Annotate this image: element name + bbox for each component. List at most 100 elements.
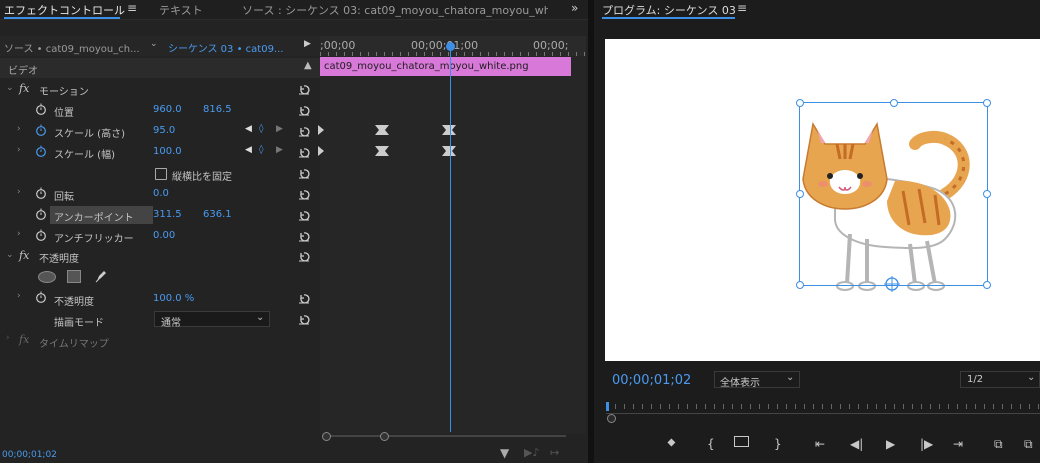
- transform-bounding-box[interactable]: [799, 102, 988, 286]
- effect-timeline[interactable]: ;00;00 00;00;01;00 00;00; cat09_moyou_ch…: [318, 36, 586, 434]
- mark-out-icon[interactable]: }: [774, 437, 782, 451]
- reset-icon[interactable]: [298, 251, 310, 262]
- keyframe-icon[interactable]: [442, 146, 456, 156]
- chevron-right-icon[interactable]: ›: [17, 145, 21, 155]
- fx-icon[interactable]: fx: [19, 82, 29, 95]
- go-to-out-icon[interactable]: ⇥: [953, 437, 963, 451]
- chevron-right-icon[interactable]: ›: [17, 229, 21, 239]
- stopwatch-icon[interactable]: [35, 103, 47, 115]
- program-playhead[interactable]: [606, 402, 609, 411]
- zoom-select[interactable]: 全体表示 ⌄: [714, 371, 800, 389]
- stopwatch-icon[interactable]: [35, 291, 47, 303]
- program-timecode[interactable]: 00;00;01;02: [612, 373, 691, 388]
- reset-icon[interactable]: [298, 231, 310, 242]
- program-viewport[interactable]: [605, 39, 1040, 361]
- reset-icon[interactable]: [298, 168, 310, 179]
- timeline-zoom-scrollbar[interactable]: [320, 430, 570, 442]
- add-keyframe-icon[interactable]: ◊: [259, 145, 263, 155]
- keyframe-icon[interactable]: [375, 146, 389, 156]
- add-keyframe-icon[interactable]: ◊: [259, 124, 263, 134]
- overwrite-icon[interactable]: ⧉: [1024, 437, 1033, 452]
- chevron-right-icon[interactable]: ›: [6, 333, 10, 343]
- chevron-down-icon[interactable]: ⌄: [150, 39, 158, 49]
- step-back-icon[interactable]: ◀|: [850, 437, 863, 451]
- ellipse-mask-icon[interactable]: [38, 271, 56, 283]
- current-time-display[interactable]: 00;00;01;02: [2, 450, 57, 460]
- keyframe-icon[interactable]: [442, 125, 456, 135]
- stopwatch-icon[interactable]: [35, 208, 47, 220]
- position-y-value[interactable]: 816.5: [203, 104, 232, 115]
- stopwatch-active-icon[interactable]: [35, 124, 47, 136]
- chevron-right-icon[interactable]: ›: [17, 187, 21, 197]
- transform-handle[interactable]: [796, 190, 804, 198]
- transform-handle[interactable]: [796, 99, 804, 107]
- position-x-value[interactable]: 960.0: [153, 104, 182, 115]
- tab-text[interactable]: テキスト: [159, 2, 203, 18]
- program-scroll-handle[interactable]: [607, 414, 616, 423]
- reset-icon[interactable]: [298, 147, 310, 158]
- filter-icon[interactable]: ▼: [500, 446, 509, 460]
- fx-icon[interactable]: fx: [19, 249, 29, 262]
- pen-tool-icon[interactable]: [94, 269, 108, 283]
- hamburger-menu-icon[interactable]: ≡: [737, 1, 747, 15]
- play-icon[interactable]: ▶: [886, 437, 895, 451]
- reset-icon[interactable]: [298, 314, 310, 325]
- chevron-right-icon[interactable]: ›: [17, 291, 21, 301]
- opacity-value[interactable]: 100.0 %: [153, 293, 194, 304]
- anchor-point-icon[interactable]: [884, 276, 900, 292]
- keyframe-icon[interactable]: [318, 125, 332, 135]
- reset-icon[interactable]: [298, 84, 310, 95]
- uniform-scale-checkbox[interactable]: [155, 168, 167, 180]
- next-keyframe-icon[interactable]: ▶: [276, 124, 283, 134]
- hamburger-menu-icon[interactable]: ≡: [127, 1, 137, 15]
- playhead-handle[interactable]: [446, 42, 455, 51]
- sequence-label[interactable]: シーケンス 03 • cat09...: [168, 40, 283, 55]
- prev-keyframe-icon[interactable]: ◀: [245, 145, 252, 155]
- antiflicker-value[interactable]: 0.00: [153, 230, 175, 241]
- transform-handle[interactable]: [796, 281, 804, 289]
- insert-icon[interactable]: ⧉: [994, 437, 1003, 452]
- play-audio-icon[interactable]: ▶♪: [524, 446, 539, 459]
- source-label[interactable]: ソース • cat09_moyou_ch...: [4, 40, 140, 55]
- program-ruler[interactable]: [606, 404, 1040, 409]
- anchor-x-value[interactable]: 311.5: [153, 209, 182, 220]
- add-marker-icon[interactable]: ⯁: [667, 437, 676, 451]
- reset-icon[interactable]: [298, 210, 310, 221]
- clip-bar[interactable]: cat09_moyou_chatora_moyou_white.png: [320, 57, 571, 76]
- keyframe-icon[interactable]: [375, 125, 389, 135]
- reset-icon[interactable]: [298, 189, 310, 200]
- reset-icon[interactable]: [298, 126, 310, 137]
- collapse-icon[interactable]: ▲: [304, 60, 312, 71]
- scale-height-value[interactable]: 95.0: [153, 125, 175, 136]
- zoom-handle-left[interactable]: [322, 432, 331, 441]
- chevron-right-icon[interactable]: ›: [17, 124, 21, 134]
- stopwatch-active-icon[interactable]: [35, 145, 47, 157]
- export-icon[interactable]: ↦: [550, 446, 559, 459]
- double-chevron-right-icon[interactable]: »: [571, 1, 578, 15]
- chevron-down-icon[interactable]: ⌄: [6, 83, 14, 93]
- go-to-in-icon[interactable]: ⇤: [815, 437, 825, 451]
- safe-margins-icon[interactable]: [734, 436, 749, 447]
- transform-handle[interactable]: [983, 190, 991, 198]
- rectangle-mask-icon[interactable]: [67, 270, 81, 283]
- zoom-handle-right[interactable]: [380, 432, 389, 441]
- transform-handle[interactable]: [983, 281, 991, 289]
- tab-effect-controls[interactable]: エフェクトコントロール: [4, 2, 125, 18]
- play-triangle-icon[interactable]: ▶: [304, 39, 311, 49]
- rotation-value[interactable]: 0.0: [153, 188, 169, 199]
- chevron-down-icon[interactable]: ⌄: [6, 250, 14, 260]
- next-keyframe-icon[interactable]: ▶: [276, 145, 283, 155]
- stopwatch-icon[interactable]: [35, 187, 47, 199]
- program-title[interactable]: プログラム: シーケンス 03: [602, 2, 736, 18]
- step-forward-icon[interactable]: |▶: [920, 437, 933, 451]
- tab-source[interactable]: ソース : シーケンス 03: cat09_moyou_chatora_moyo…: [242, 2, 548, 18]
- mark-in-icon[interactable]: {: [707, 437, 715, 451]
- blend-mode-select[interactable]: 通常 ⌄: [154, 311, 270, 329]
- resolution-select[interactable]: 1/2 ⌄: [960, 371, 1040, 388]
- scale-width-value[interactable]: 100.0: [153, 146, 182, 157]
- keyframe-icon[interactable]: [318, 146, 332, 156]
- transform-handle[interactable]: [983, 99, 991, 107]
- stopwatch-icon[interactable]: [35, 229, 47, 241]
- reset-icon[interactable]: [298, 293, 310, 304]
- anchor-y-value[interactable]: 636.1: [203, 209, 232, 220]
